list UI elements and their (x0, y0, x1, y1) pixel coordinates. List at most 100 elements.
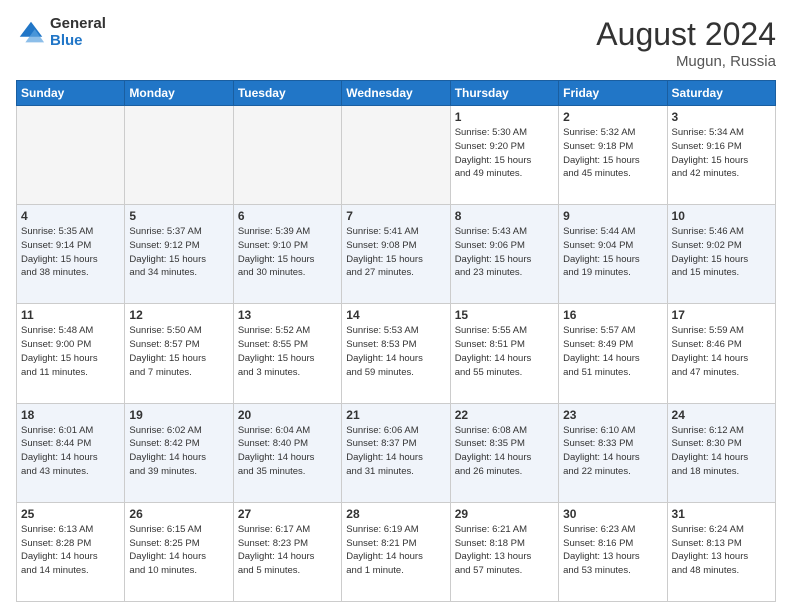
day-number: 30 (563, 507, 662, 521)
day-number: 17 (672, 308, 771, 322)
calendar-cell: 11 Sunrise: 5:48 AM Sunset: 9:00 PM Dayli… (17, 304, 125, 403)
day-number: 6 (238, 209, 337, 223)
day-number: 9 (563, 209, 662, 223)
calendar-cell: 4 Sunrise: 5:35 AM Sunset: 9:14 PM Daylig… (17, 205, 125, 304)
day-number: 22 (455, 408, 554, 422)
page: General Blue August 2024 Mugun, Russia S… (0, 0, 792, 612)
calendar-cell: 10 Sunrise: 5:46 AM Sunset: 9:02 PM Dayli… (667, 205, 775, 304)
day-number: 11 (21, 308, 120, 322)
header: General Blue August 2024 Mugun, Russia (16, 16, 776, 70)
calendar-cell: 25 Sunrise: 6:13 AM Sunset: 8:28 PM Dayli… (17, 502, 125, 601)
day-info: Sunrise: 5:53 AM Sunset: 8:53 PM Dayligh… (346, 324, 445, 379)
calendar-header-friday: Friday (559, 81, 667, 106)
logo-blue: Blue (50, 33, 106, 50)
calendar-cell: 3 Sunrise: 5:34 AM Sunset: 9:16 PM Daylig… (667, 106, 775, 205)
day-info: Sunrise: 5:52 AM Sunset: 8:55 PM Dayligh… (238, 324, 337, 379)
calendar-cell: 21 Sunrise: 6:06 AM Sunset: 8:37 PM Dayli… (342, 403, 450, 502)
day-info: Sunrise: 5:59 AM Sunset: 8:46 PM Dayligh… (672, 324, 771, 379)
day-number: 31 (672, 507, 771, 521)
day-number: 7 (346, 209, 445, 223)
calendar-cell: 28Sunrise: 6:19 AM Sunset: 8:21 PM Dayli… (342, 502, 450, 601)
calendar-cell (125, 106, 233, 205)
day-info: Sunrise: 5:50 AM Sunset: 8:57 PM Dayligh… (129, 324, 228, 379)
day-info: Sunrise: 6:12 AM Sunset: 8:30 PM Dayligh… (672, 424, 771, 479)
day-info: Sunrise: 6:15 AM Sunset: 8:25 PM Dayligh… (129, 523, 228, 578)
calendar-cell: 1Sunrise: 5:30 AM Sunset: 9:20 PM Daylig… (450, 106, 558, 205)
logo-text: General Blue (50, 16, 106, 49)
day-info: Sunrise: 5:43 AM Sunset: 9:06 PM Dayligh… (455, 225, 554, 280)
day-info: Sunrise: 5:34 AM Sunset: 9:16 PM Dayligh… (672, 126, 771, 181)
day-number: 5 (129, 209, 228, 223)
calendar-week-row: 4 Sunrise: 5:35 AM Sunset: 9:14 PM Daylig… (17, 205, 776, 304)
day-info: Sunrise: 6:10 AM Sunset: 8:33 PM Dayligh… (563, 424, 662, 479)
calendar-week-row: 18 Sunrise: 6:01 AM Sunset: 8:44 PM Dayli… (17, 403, 776, 502)
day-info: Sunrise: 5:48 AM Sunset: 9:00 PM Dayligh… (21, 324, 120, 379)
day-info: Sunrise: 6:13 AM Sunset: 8:28 PM Dayligh… (21, 523, 120, 578)
day-number: 10 (672, 209, 771, 223)
day-number: 12 (129, 308, 228, 322)
day-info: Sunrise: 6:01 AM Sunset: 8:44 PM Dayligh… (21, 424, 120, 479)
calendar-cell: 12 Sunrise: 5:50 AM Sunset: 8:57 PM Dayli… (125, 304, 233, 403)
calendar-week-row: 25 Sunrise: 6:13 AM Sunset: 8:28 PM Dayli… (17, 502, 776, 601)
calendar-cell: 31 Sunrise: 6:24 AM Sunset: 8:13 PM Dayli… (667, 502, 775, 601)
day-number: 2 (563, 110, 662, 124)
title-month: August 2024 (596, 16, 776, 53)
calendar-header-saturday: Saturday (667, 81, 775, 106)
calendar-header-thursday: Thursday (450, 81, 558, 106)
day-number: 19 (129, 408, 228, 422)
calendar-cell: 15Sunrise: 5:55 AM Sunset: 8:51 PM Dayli… (450, 304, 558, 403)
calendar-cell: 20Sunrise: 6:04 AM Sunset: 8:40 PM Dayli… (233, 403, 341, 502)
calendar-cell: 19 Sunrise: 6:02 AM Sunset: 8:42 PM Dayli… (125, 403, 233, 502)
day-number: 4 (21, 209, 120, 223)
day-number: 25 (21, 507, 120, 521)
calendar-header-sunday: Sunday (17, 81, 125, 106)
day-info: Sunrise: 6:21 AM Sunset: 8:18 PM Dayligh… (455, 523, 554, 578)
day-info: Sunrise: 6:24 AM Sunset: 8:13 PM Dayligh… (672, 523, 771, 578)
calendar-cell (342, 106, 450, 205)
day-info: Sunrise: 5:46 AM Sunset: 9:02 PM Dayligh… (672, 225, 771, 280)
day-info: Sunrise: 5:35 AM Sunset: 9:14 PM Dayligh… (21, 225, 120, 280)
day-info: Sunrise: 6:06 AM Sunset: 8:37 PM Dayligh… (346, 424, 445, 479)
day-number: 16 (563, 308, 662, 322)
day-number: 27 (238, 507, 337, 521)
calendar-cell (17, 106, 125, 205)
title-block: August 2024 Mugun, Russia (596, 16, 776, 70)
day-info: Sunrise: 5:41 AM Sunset: 9:08 PM Dayligh… (346, 225, 445, 280)
day-number: 13 (238, 308, 337, 322)
calendar-cell: 29Sunrise: 6:21 AM Sunset: 8:18 PM Dayli… (450, 502, 558, 601)
logo-general: General (50, 16, 106, 33)
day-info: Sunrise: 5:55 AM Sunset: 8:51 PM Dayligh… (455, 324, 554, 379)
calendar-cell: 24Sunrise: 6:12 AM Sunset: 8:30 PM Dayli… (667, 403, 775, 502)
day-number: 21 (346, 408, 445, 422)
calendar-cell: 2Sunrise: 5:32 AM Sunset: 9:18 PM Daylig… (559, 106, 667, 205)
day-info: Sunrise: 6:02 AM Sunset: 8:42 PM Dayligh… (129, 424, 228, 479)
logo: General Blue (16, 16, 106, 49)
day-number: 18 (21, 408, 120, 422)
calendar-cell: 30 Sunrise: 6:23 AM Sunset: 8:16 PM Dayli… (559, 502, 667, 601)
calendar-header-monday: Monday (125, 81, 233, 106)
calendar-week-row: 11 Sunrise: 5:48 AM Sunset: 9:00 PM Dayli… (17, 304, 776, 403)
day-number: 20 (238, 408, 337, 422)
day-info: Sunrise: 6:08 AM Sunset: 8:35 PM Dayligh… (455, 424, 554, 479)
calendar-cell: 16 Sunrise: 5:57 AM Sunset: 8:49 PM Dayli… (559, 304, 667, 403)
day-number: 23 (563, 408, 662, 422)
day-number: 28 (346, 507, 445, 521)
day-number: 1 (455, 110, 554, 124)
day-info: Sunrise: 5:57 AM Sunset: 8:49 PM Dayligh… (563, 324, 662, 379)
calendar-cell: 27 Sunrise: 6:17 AM Sunset: 8:23 PM Dayli… (233, 502, 341, 601)
day-info: Sunrise: 6:17 AM Sunset: 8:23 PM Dayligh… (238, 523, 337, 578)
calendar-header-row: SundayMondayTuesdayWednesdayThursdayFrid… (17, 81, 776, 106)
calendar-cell: 13 Sunrise: 5:52 AM Sunset: 8:55 PM Dayli… (233, 304, 341, 403)
day-info: Sunrise: 6:23 AM Sunset: 8:16 PM Dayligh… (563, 523, 662, 578)
calendar-cell: 6 Sunrise: 5:39 AM Sunset: 9:10 PM Daylig… (233, 205, 341, 304)
day-info: Sunrise: 5:39 AM Sunset: 9:10 PM Dayligh… (238, 225, 337, 280)
title-location: Mugun, Russia (596, 53, 776, 70)
calendar-header-tuesday: Tuesday (233, 81, 341, 106)
calendar-table: SundayMondayTuesdayWednesdayThursdayFrid… (16, 80, 776, 602)
calendar-cell: 26Sunrise: 6:15 AM Sunset: 8:25 PM Dayli… (125, 502, 233, 601)
calendar-cell: 23 Sunrise: 6:10 AM Sunset: 8:33 PM Dayli… (559, 403, 667, 502)
calendar-cell: 5Sunrise: 5:37 AM Sunset: 9:12 PM Daylig… (125, 205, 233, 304)
calendar-cell: 8Sunrise: 5:43 AM Sunset: 9:06 PM Daylig… (450, 205, 558, 304)
day-info: Sunrise: 5:44 AM Sunset: 9:04 PM Dayligh… (563, 225, 662, 280)
day-number: 3 (672, 110, 771, 124)
